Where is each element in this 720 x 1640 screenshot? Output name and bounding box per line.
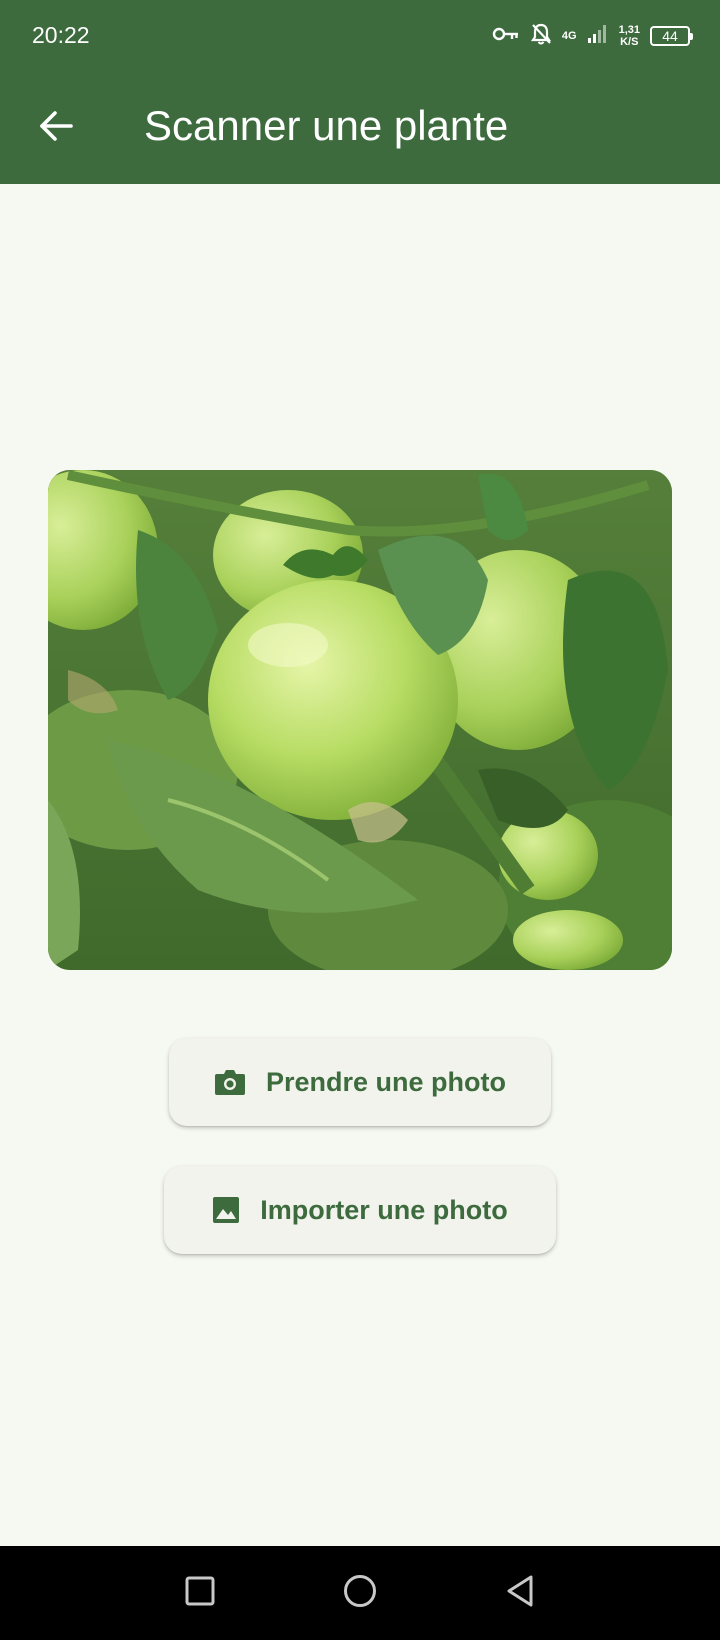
back-button[interactable]: [24, 100, 88, 156]
status-icons: 4G 1,31 K/S 44: [492, 20, 693, 52]
home-button[interactable]: [330, 1563, 390, 1623]
network-type: 4G: [562, 30, 577, 42]
camera-icon: [214, 1068, 246, 1096]
status-bar: 20:22 4G 1,31 K/S 44: [0, 0, 720, 72]
image-icon: [212, 1196, 240, 1224]
arrow-left-icon: [38, 110, 74, 147]
take-photo-label: Prendre une photo: [265, 1066, 506, 1097]
speed-unit: K/S: [620, 36, 639, 48]
recents-button[interactable]: [170, 1563, 230, 1623]
status-time: 20:22: [32, 22, 90, 48]
import-photo-label: Importer une photo: [260, 1194, 508, 1225]
system-nav-bar: [0, 1546, 720, 1640]
back-triangle-icon: [505, 1574, 535, 1613]
recents-square-icon: [185, 1576, 215, 1611]
network-speed: 1,31 K/S: [619, 24, 640, 48]
key-icon: [492, 26, 520, 47]
network-type-label: 4G: [561, 30, 577, 42]
app-bar: Scanner une plante: [0, 72, 720, 184]
home-circle-icon: [343, 1574, 377, 1613]
take-photo-button[interactable]: Prendre une photo: [169, 1038, 551, 1126]
green-tomatoes-image: [48, 470, 672, 970]
speed-value: 1,31: [618, 24, 640, 36]
battery-level: 44: [662, 28, 678, 44]
plant-image-preview: [48, 470, 672, 970]
battery-icon: 44: [650, 26, 693, 46]
page-title: Scanner une plante: [144, 102, 509, 149]
system-back-button[interactable]: [490, 1563, 550, 1623]
import-photo-button[interactable]: Importer une photo: [164, 1166, 556, 1254]
signal-icon: [587, 24, 609, 49]
bell-off-icon: [530, 22, 552, 51]
